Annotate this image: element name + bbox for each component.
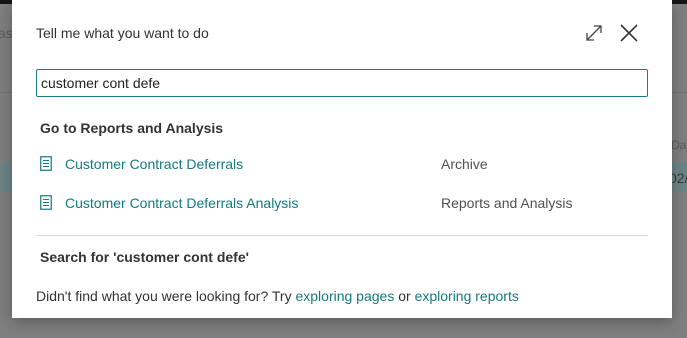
report-document-icon bbox=[40, 156, 52, 171]
result-category: Reports and Analysis bbox=[441, 195, 573, 211]
search-result-item[interactable]: Customer Contract Deferrals Archive bbox=[36, 151, 648, 177]
divider bbox=[36, 235, 648, 236]
result-category: Archive bbox=[441, 156, 488, 172]
dialog-title: Tell me what you want to do bbox=[36, 25, 209, 41]
search-result-item[interactable]: Customer Contract Deferrals Analysis Rep… bbox=[36, 190, 648, 216]
background-column-header: Da bbox=[671, 138, 687, 152]
search-for-link[interactable]: Search for 'customer cont defe' bbox=[40, 249, 249, 265]
search-input[interactable] bbox=[36, 69, 648, 97]
section-heading: Go to Reports and Analysis bbox=[40, 120, 224, 136]
expand-icon[interactable] bbox=[582, 21, 606, 45]
footer-text: Didn't find what you were looking for? T… bbox=[36, 288, 519, 304]
result-name[interactable]: Customer Contract Deferrals bbox=[65, 156, 243, 172]
close-icon[interactable] bbox=[617, 21, 641, 45]
exploring-reports-link[interactable]: exploring reports bbox=[415, 288, 519, 304]
footer-middle: or bbox=[394, 288, 415, 304]
footer-prefix: Didn't find what you were looking for? T… bbox=[36, 288, 296, 304]
tell-me-dialog: Tell me what you want to do Go to Report… bbox=[12, 0, 672, 318]
result-name[interactable]: Customer Contract Deferrals Analysis bbox=[65, 195, 298, 211]
exploring-pages-link[interactable]: exploring pages bbox=[295, 288, 394, 304]
report-document-icon bbox=[40, 195, 52, 210]
background-left-text: as bbox=[0, 25, 13, 41]
